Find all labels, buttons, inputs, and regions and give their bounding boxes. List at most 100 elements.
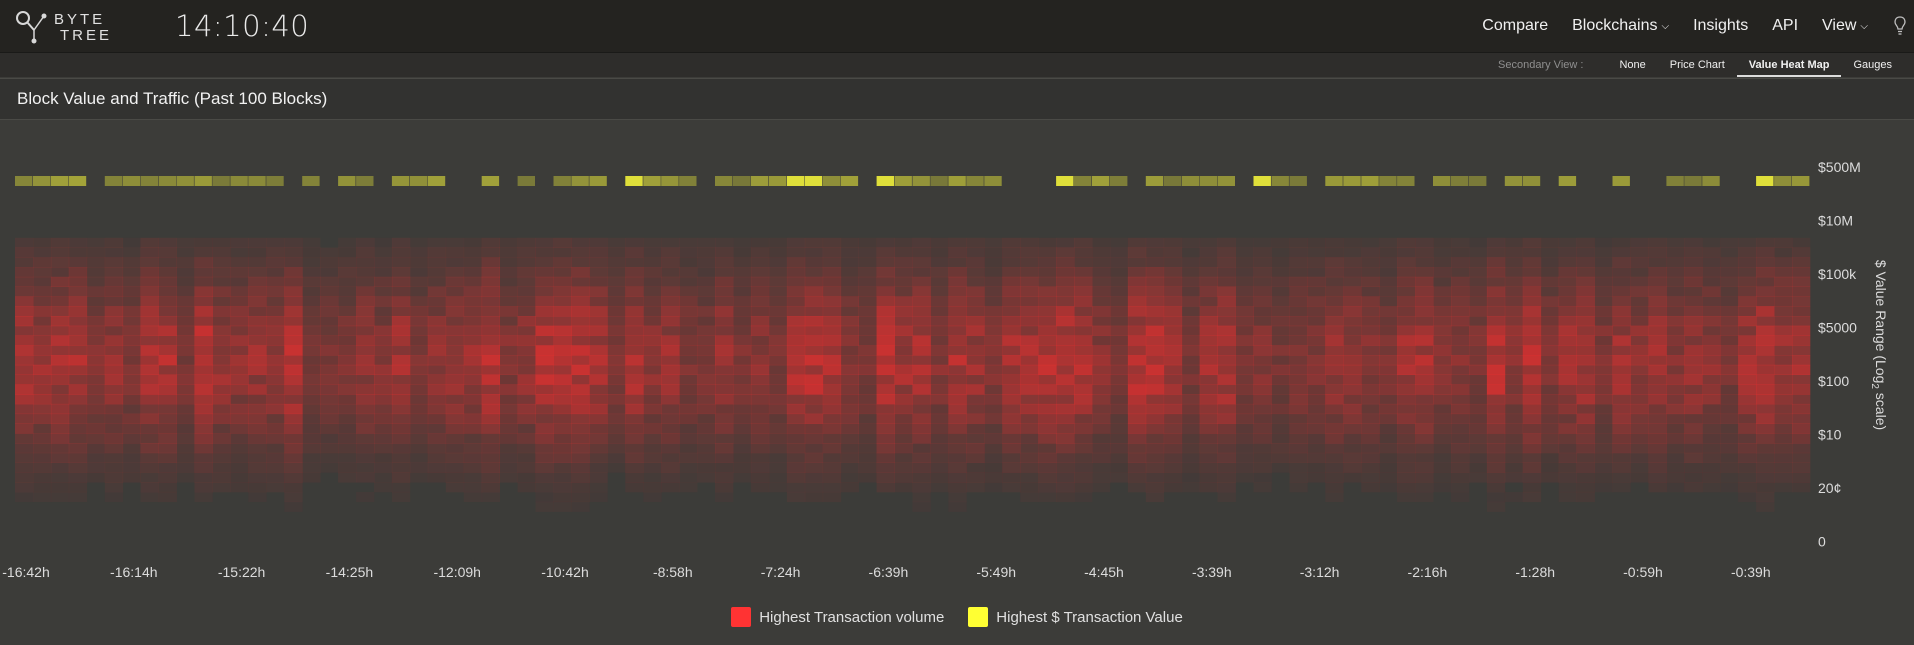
heat-cell: [1684, 316, 1703, 327]
nav-insights[interactable]: Insights: [1693, 17, 1748, 35]
heat-cell: [1630, 267, 1649, 278]
heat-cell: [194, 237, 213, 248]
heat-cell: [679, 413, 698, 424]
heat-cell: [930, 423, 949, 434]
heat-cell: [1020, 335, 1039, 346]
heat-cell: [1594, 423, 1613, 434]
heat-cell: [625, 257, 644, 268]
heat-cell: [1343, 257, 1362, 268]
heat-cell: [194, 247, 213, 258]
heat-cell: [1558, 413, 1577, 424]
nav-compare[interactable]: Compare: [1482, 17, 1548, 35]
heat-cell: [1504, 276, 1524, 287]
heat-cell: [1738, 325, 1757, 336]
heat-cell: [948, 491, 967, 503]
heat-cell: [1612, 423, 1631, 434]
heat-cell: [1630, 472, 1649, 483]
heat-cell: [1522, 433, 1542, 444]
nav-view[interactable]: View ⌵: [1822, 17, 1868, 35]
heat-cell: [1145, 394, 1165, 405]
heat-cell: [966, 257, 985, 268]
heat-cell: [1289, 257, 1308, 268]
heat-cell: [1433, 325, 1452, 336]
heat-cell: [1038, 423, 1057, 434]
heat-cell: [661, 452, 680, 463]
heat-cell: [1756, 374, 1775, 385]
heat-cell: [122, 257, 141, 268]
heat-cell: [1666, 472, 1685, 483]
heat-cell: [1145, 403, 1165, 415]
heat-cell: [1397, 335, 1416, 346]
heat-cell: [517, 482, 536, 493]
heat-cell: [284, 482, 303, 493]
heat-cell: [679, 237, 698, 248]
heat-cell: [1397, 355, 1416, 366]
heat-cell: [553, 276, 572, 287]
heat-cell: [374, 325, 393, 336]
secondary-option-none[interactable]: None: [1607, 53, 1657, 77]
heat-cell: [1415, 355, 1434, 366]
heat-cell: [553, 364, 572, 375]
x-tick-label: -5:49h: [976, 564, 1016, 580]
heat-cell: [1702, 257, 1721, 268]
heat-cell: [230, 374, 249, 385]
heat-cell: [679, 433, 698, 444]
secondary-option-value-heat-map[interactable]: Value Heat Map: [1736, 53, 1842, 77]
heat-cell: [1469, 384, 1488, 395]
heat-cell: [553, 433, 572, 444]
heat-cell: [266, 286, 285, 297]
heat-cell: [840, 267, 859, 278]
heat-cell: [1038, 257, 1057, 268]
heat-cell: [1074, 374, 1093, 385]
heat-cell: [607, 355, 626, 366]
heat-cell: [930, 286, 949, 297]
heat-cell: [535, 267, 554, 278]
heat-cell: [1774, 276, 1793, 287]
heat-cell: [463, 306, 483, 317]
heat-cell: [1002, 452, 1021, 463]
heat-cell: [320, 306, 339, 317]
heat-cell: [733, 237, 752, 248]
legend-value[interactable]: Highest $ Transaction Value: [968, 607, 1183, 627]
heat-cell: [68, 267, 88, 278]
heat-cell: [481, 276, 500, 287]
heat-cell: [266, 443, 285, 454]
heat-cell: [68, 345, 88, 356]
heat-cell: [625, 364, 644, 375]
secondary-option-price-chart[interactable]: Price Chart: [1658, 53, 1737, 77]
heat-cell: [553, 452, 572, 463]
heat-cell: [1415, 325, 1434, 336]
y-tick-label: $500M: [1818, 159, 1861, 175]
heat-cell: [1684, 335, 1703, 346]
bytetree-logo[interactable]: BYTE TREE: [14, 8, 144, 44]
heat-cell: [1451, 374, 1470, 385]
heat-cell: [840, 296, 859, 307]
heat-cell: [1486, 306, 1506, 317]
heat-cell: [1361, 413, 1380, 424]
legend-volume[interactable]: Highest Transaction volume: [731, 607, 944, 627]
heat-cell: [804, 374, 824, 385]
heat-cell: [1612, 462, 1631, 473]
heat-cell: [302, 462, 321, 473]
heat-cell: [1451, 462, 1470, 473]
nav-api[interactable]: API: [1772, 17, 1798, 35]
lightbulb-icon[interactable]: [1894, 16, 1906, 36]
heat-cell: [284, 491, 303, 503]
nav-blockchains[interactable]: Blockchains ⌵: [1572, 17, 1669, 35]
heat-cell: [68, 443, 88, 454]
heat-cell: [948, 482, 967, 493]
heat-cell: [1002, 286, 1021, 297]
secondary-option-gauges[interactable]: Gauges: [1841, 53, 1904, 77]
heat-cell: [499, 413, 518, 424]
heat-cell: [230, 413, 249, 424]
heat-cell: [1038, 267, 1057, 278]
heat-cell: [86, 296, 106, 307]
heat-cell: [661, 267, 680, 278]
heat-cell: [374, 452, 393, 463]
heat-cell: [409, 394, 429, 405]
heat-cell: [1504, 433, 1524, 444]
heat-cell: [1127, 394, 1147, 405]
heat-cell: [1504, 462, 1524, 473]
heat-cell: [1558, 374, 1577, 385]
heat-cell: [445, 247, 465, 258]
